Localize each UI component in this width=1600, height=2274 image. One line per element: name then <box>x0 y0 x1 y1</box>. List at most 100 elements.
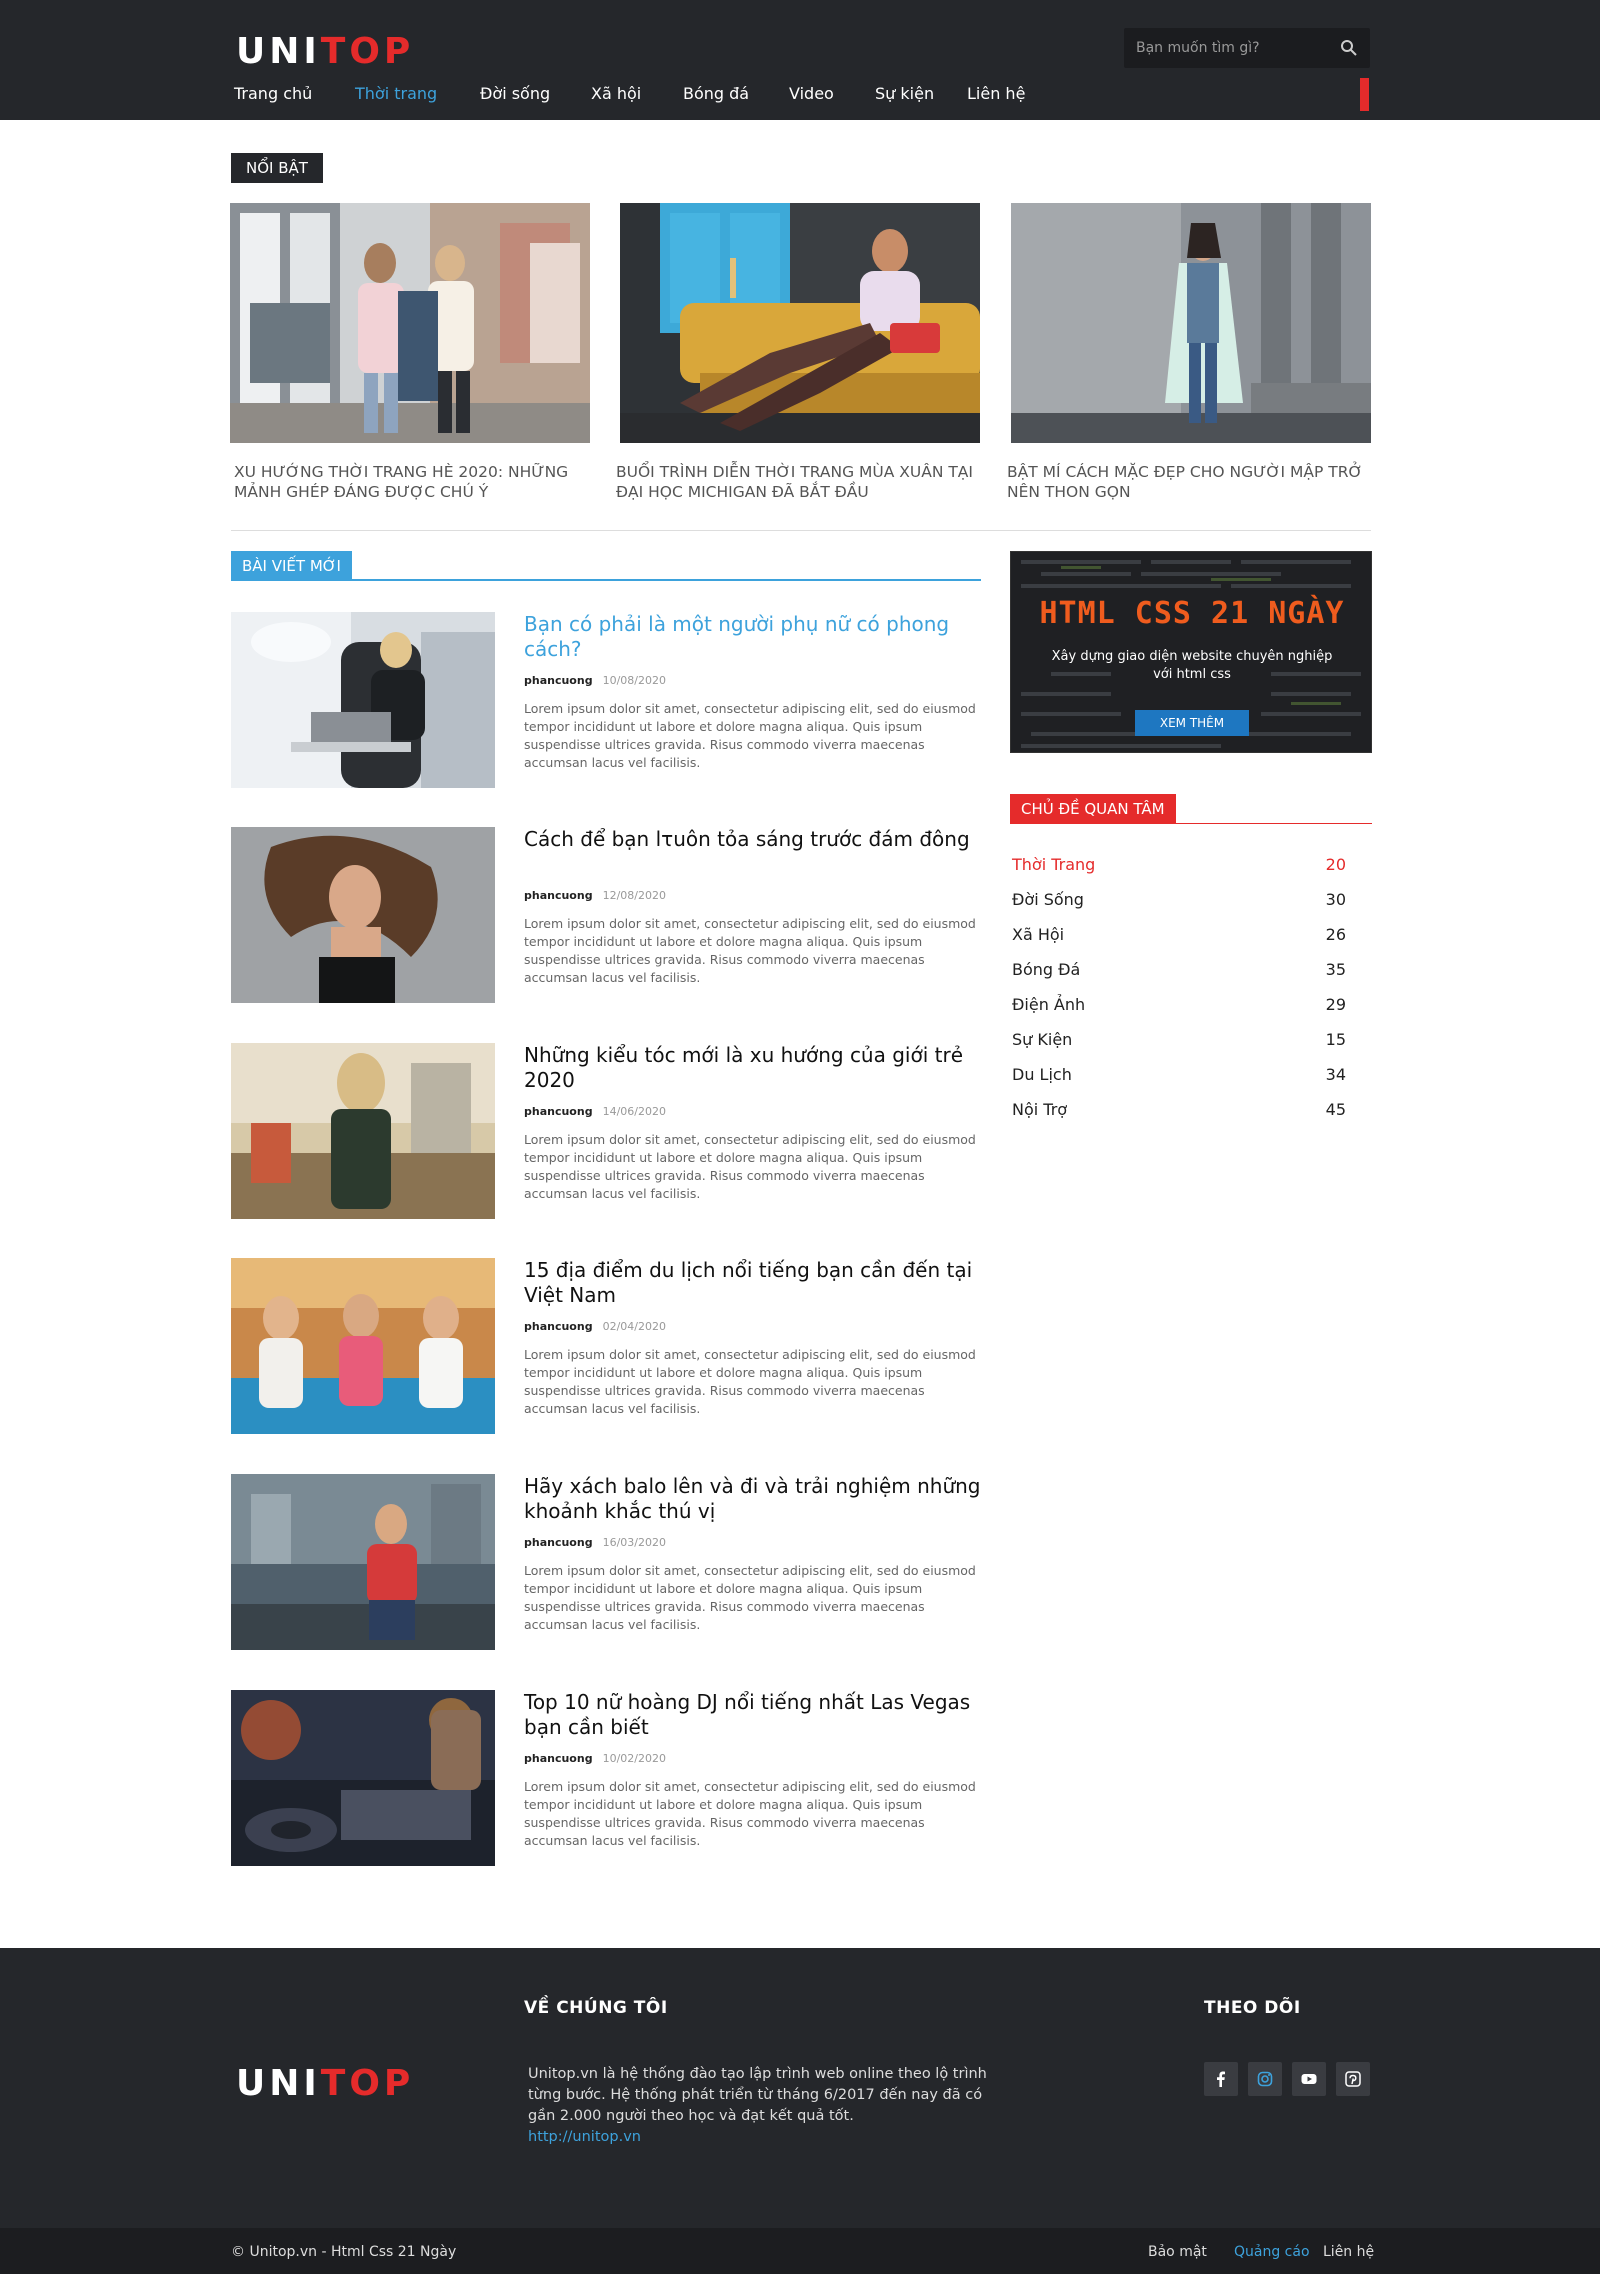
footer-link-quang-cao[interactable]: Quảng cáo <box>1234 2244 1310 2260</box>
post-item: Hãy xách balo lên và đi và trải nghiệm n… <box>231 1474 981 1650</box>
post-item: 15 địa điểm du lịch nổi tiếng bạn cần đế… <box>231 1258 981 1434</box>
topic-item-bong-da[interactable]: Bóng Đá 35 <box>1012 960 1346 982</box>
post-title[interactable]: Bạn có phải là một người phụ nữ có phong… <box>524 612 984 662</box>
post-thumbnail[interactable] <box>231 827 495 1003</box>
site-header: UNITOP Trang chủ Thời trang Đời sống Xã … <box>0 0 1600 120</box>
nav-item-xa-hoi[interactable]: Xã hội <box>591 84 641 103</box>
post-meta: phancuong 10/08/2020 <box>524 674 666 687</box>
post-meta: phancuong 16/03/2020 <box>524 1536 666 1549</box>
topic-item-xa-hoi[interactable]: Xã Hội 26 <box>1012 925 1346 947</box>
post-excerpt: Lorem ipsum dolor sit amet, consectetur … <box>524 1347 976 1416</box>
post-meta: phancuong 02/04/2020 <box>524 1320 666 1333</box>
post-excerpt: Lorem ipsum dolor sit amet, consectetur … <box>524 1779 976 1848</box>
topic-item-su-kien[interactable]: Sự Kiện 15 <box>1012 1030 1346 1052</box>
featured-label: NỔI BẬT <box>231 153 323 183</box>
post-excerpt: Lorem ipsum dolor sit amet, consectetur … <box>524 916 976 985</box>
post-author[interactable]: phancuong <box>524 674 593 687</box>
post-item: Bạn có phải là một người phụ nữ có phong… <box>231 612 981 788</box>
featured-card[interactable]: Xu hướng thời trang hè 2020: Những mảnh … <box>230 203 590 501</box>
featured-card[interactable]: Bật mí cách mặc đẹp cho người mập trở nê… <box>1007 203 1371 501</box>
instagram-icon[interactable] <box>1248 2062 1282 2096</box>
post-author[interactable]: phancuong <box>524 1105 593 1118</box>
featured-title[interactable]: Buổi trình diễn thời trang mùa xuân tại … <box>616 462 976 502</box>
featured-title[interactable]: Xu hướng thời trang hè 2020: Những mảnh … <box>234 462 594 502</box>
post-author[interactable]: phancuong <box>524 1536 593 1549</box>
search-box <box>1124 28 1370 68</box>
nav-item-trang-chu[interactable]: Trang chủ <box>234 84 312 103</box>
post-author[interactable]: phancuong <box>524 1752 593 1765</box>
post-title[interactable]: Top 10 nữ hoàng DJ nổi tiếng nhất Las Ve… <box>524 1690 984 1740</box>
copyright-text: © Unitop.vn - Html Css 21 Ngày <box>231 2244 457 2260</box>
footer-about-heading: VỀ CHÚNG TÔI <box>524 1998 668 2018</box>
post-item: Những kiểu tóc mới là xu hướng của giới … <box>231 1043 981 1219</box>
latest-posts-underline <box>231 579 981 581</box>
banner-subtitle: Xây dựng giao diện website chuyên nghiệp… <box>1051 649 1333 682</box>
post-title[interactable]: Hãy xách balo lên và đi và trải nghiệm n… <box>524 1474 984 1524</box>
topic-item-noi-tro[interactable]: Nội Trợ 45 <box>1012 1100 1346 1122</box>
post-date: 02/04/2020 <box>602 1320 666 1333</box>
featured-title[interactable]: Bật mí cách mặc đẹp cho người mập trở nê… <box>1007 462 1367 502</box>
nav-item-lien-he[interactable]: Liên hệ <box>967 84 1025 103</box>
search-input[interactable] <box>1124 28 1324 68</box>
post-title[interactable]: 15 địa điểm du lịch nổi tiếng bạn cần đế… <box>524 1258 984 1308</box>
latest-posts-label: BÀI VIẾT MỚI <box>231 551 352 581</box>
post-date: 14/06/2020 <box>602 1105 666 1118</box>
section-divider <box>231 530 1371 531</box>
post-date: 10/08/2020 <box>602 674 666 687</box>
post-excerpt: Lorem ipsum dolor sit amet, consectetur … <box>524 1563 976 1632</box>
footer-logo[interactable]: UNITOP <box>236 2066 414 2102</box>
topic-item-doi-song[interactable]: Đời Sống 30 <box>1012 890 1346 912</box>
footer-bottom-bar: © Unitop.vn - Html Css 21 Ngày Bảo mật Q… <box>0 2228 1600 2274</box>
menu-toggle-bar[interactable] <box>1360 78 1369 111</box>
nav-item-su-kien[interactable]: Sự kiện <box>875 84 934 103</box>
topic-item-thoi-trang[interactable]: Thời Trang 20 <box>1012 855 1346 877</box>
facebook-icon[interactable] <box>1204 2062 1238 2096</box>
footer-link-bao-mat[interactable]: Bảo mật <box>1148 2244 1207 2260</box>
post-meta: phancuong 14/06/2020 <box>524 1105 666 1118</box>
post-excerpt: Lorem ipsum dolor sit amet, consectetur … <box>524 701 976 770</box>
footer-follow-heading: THEO DÕI <box>1204 1998 1301 2018</box>
post-title[interactable]: Những kiểu tóc mới là xu hướng của giới … <box>524 1043 984 1093</box>
search-icon[interactable] <box>1340 39 1358 57</box>
post-meta: phancuong 10/02/2020 <box>524 1752 666 1765</box>
topic-item-dien-anh[interactable]: Điện Ảnh 29 <box>1012 995 1346 1017</box>
course-banner[interactable]: HTML CSS 21 NGÀY Xây dựng giao diện webs… <box>1010 551 1372 753</box>
post-date: 10/02/2020 <box>602 1752 666 1765</box>
topics-label: CHỦ ĐỀ QUAN TÂM <box>1010 794 1176 824</box>
footer-about-link[interactable]: http://unitop.vn <box>528 2129 641 2145</box>
post-meta: phancuong 12/08/2020 <box>524 889 666 902</box>
featured-image[interactable] <box>620 203 980 443</box>
post-author[interactable]: phancuong <box>524 889 593 902</box>
post-thumbnail[interactable] <box>231 612 495 788</box>
footer-about: Unitop.vn là hệ thống đào tạo lập trình … <box>528 2064 1008 2148</box>
topics-underline <box>1010 823 1372 824</box>
post-excerpt: Lorem ipsum dolor sit amet, consectetur … <box>524 1132 976 1201</box>
post-thumbnail[interactable] <box>231 1690 495 1866</box>
post-title[interactable]: Cách để bạn lτuôn tỏa sáng trước đám đôn… <box>524 827 984 852</box>
post-date: 16/03/2020 <box>602 1536 666 1549</box>
banner-more-button[interactable]: XEM THÊM <box>1135 710 1249 736</box>
post-thumbnail[interactable] <box>231 1474 495 1650</box>
post-item: Cách để bạn lτuôn tỏa sáng trước đám đôn… <box>231 827 981 1003</box>
footer-about-text: Unitop.vn là hệ thống đào tạo lập trình … <box>528 2066 987 2124</box>
post-date: 12/08/2020 <box>602 889 666 902</box>
site-logo[interactable]: UNITOP <box>236 34 414 70</box>
featured-card[interactable]: Buổi trình diễn thời trang mùa xuân tại … <box>616 203 980 501</box>
featured-image[interactable] <box>1011 203 1371 443</box>
topics-header: CHỦ ĐỀ QUAN TÂM <box>1010 794 1372 824</box>
post-thumbnail[interactable] <box>231 1043 495 1219</box>
pinterest-icon[interactable] <box>1336 2062 1370 2096</box>
latest-posts-header: BÀI VIẾT MỚI <box>231 551 981 581</box>
nav-item-thoi-trang[interactable]: Thời trang <box>355 84 437 103</box>
youtube-icon[interactable] <box>1292 2062 1326 2096</box>
nav-item-video[interactable]: Video <box>789 84 834 103</box>
nav-item-doi-song[interactable]: Đời sống <box>480 84 550 103</box>
topic-item-du-lich[interactable]: Du Lịch 34 <box>1012 1065 1346 1087</box>
site-footer: UNITOP VỀ CHÚNG TÔI Unitop.vn là hệ thốn… <box>0 1948 1600 2228</box>
featured-image[interactable] <box>230 203 590 443</box>
nav-item-bong-da[interactable]: Bóng đá <box>683 84 749 103</box>
post-item: Top 10 nữ hoàng DJ nổi tiếng nhất Las Ve… <box>231 1690 981 1866</box>
footer-link-lien-he[interactable]: Liên hệ <box>1323 2244 1374 2260</box>
post-author[interactable]: phancuong <box>524 1320 593 1333</box>
post-thumbnail[interactable] <box>231 1258 495 1434</box>
